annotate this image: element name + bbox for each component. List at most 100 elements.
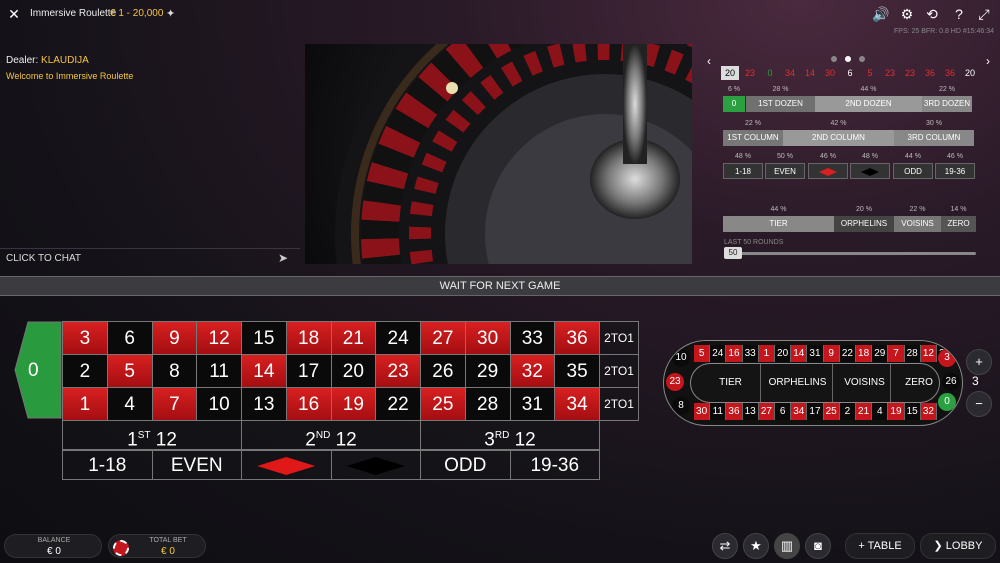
racetrack-number[interactable]: 12	[920, 345, 937, 362]
dozen-bet[interactable]: 2ND 12	[241, 420, 421, 450]
racetrack-section-zero[interactable]: ZERO	[899, 364, 939, 402]
stat-bar-1st-column[interactable]: 1ST COLUMN	[723, 130, 783, 146]
racetrack-number[interactable]: 16	[726, 345, 743, 362]
stat-bar-red[interactable]	[808, 163, 848, 179]
outside-bet-even[interactable]: EVEN	[151, 450, 242, 480]
racetrack-section-tier[interactable]: TIER	[701, 364, 761, 402]
racetrack-number[interactable]: 27	[758, 403, 775, 420]
racetrack-number[interactable]: 13	[742, 403, 759, 420]
racetrack-number[interactable]: 26	[942, 373, 960, 391]
prev-arrow-icon[interactable]: ‹	[707, 54, 711, 68]
stat-bar-voisins[interactable]: VOISINS	[894, 216, 941, 232]
red-bet[interactable]	[241, 450, 332, 480]
racetrack-number[interactable]: 36	[726, 403, 743, 420]
stat-bar-2nd-column[interactable]: 2ND COLUMN	[783, 130, 894, 146]
stat-bar-19-36[interactable]: 19-36	[935, 163, 975, 179]
switch-view-icon[interactable]: ⇄	[712, 533, 738, 559]
racetrack-number[interactable]: 18	[856, 345, 873, 362]
number-cell[interactable]: 11	[196, 354, 242, 388]
number-cell[interactable]: 2	[62, 354, 108, 388]
number-cell[interactable]: 26	[420, 354, 466, 388]
next-arrow-icon[interactable]: ›	[986, 54, 990, 68]
number-cell[interactable]: 3	[62, 321, 108, 355]
column-bet-2to1[interactable]: 2TO1	[599, 354, 639, 388]
number-cell[interactable]: 21	[330, 321, 377, 355]
stat-bar-3rd-dozen[interactable]: 3RD DOZEN	[922, 96, 972, 112]
number-cell[interactable]: 7	[151, 387, 198, 421]
outside-bet-19-36[interactable]: 19-36	[509, 450, 600, 480]
close-icon[interactable]: ✕	[6, 6, 22, 22]
number-cell[interactable]: 20	[330, 354, 377, 388]
number-cell[interactable]: 30	[464, 321, 511, 355]
volume-icon[interactable]: 🔊	[872, 5, 890, 23]
page-dot[interactable]	[859, 56, 865, 62]
racetrack-number[interactable]: 17	[807, 403, 824, 420]
racetrack-number[interactable]: 29	[872, 345, 889, 362]
favourite-star-icon[interactable]: ★	[743, 533, 769, 559]
racetrack-number[interactable]: 15	[904, 403, 921, 420]
racetrack-number[interactable]: 21	[856, 403, 873, 420]
racetrack-number[interactable]: 32	[920, 403, 937, 420]
number-cell[interactable]: 25	[420, 387, 466, 421]
number-cell[interactable]: 14	[241, 354, 287, 388]
number-cell[interactable]: 9	[151, 321, 198, 355]
racetrack-number[interactable]: 19	[888, 403, 905, 420]
lobby-button[interactable]: ❯ LOBBY	[920, 533, 996, 559]
number-cell[interactable]: 32	[509, 354, 556, 388]
neighbours-minus-button[interactable]: −	[966, 391, 992, 417]
pin-icon[interactable]: ✦	[166, 7, 175, 20]
column-bet-2to1[interactable]: 2TO1	[599, 321, 639, 355]
stat-bar-zero[interactable]: ZERO	[941, 216, 976, 232]
number-cell[interactable]: 33	[509, 321, 556, 355]
column-bet-2to1[interactable]: 2TO1	[599, 387, 639, 421]
number-cell[interactable]: 8	[151, 354, 198, 388]
rounds-slider-handle[interactable]: 50	[724, 247, 742, 259]
help-icon[interactable]: ?	[950, 5, 968, 23]
send-icon[interactable]: ➤	[278, 251, 288, 265]
racetrack-number[interactable]: 34	[791, 403, 808, 420]
number-cell[interactable]: 16	[285, 387, 332, 421]
number-cell[interactable]: 22	[375, 387, 421, 421]
racetrack-number[interactable]: 14	[791, 345, 808, 362]
racetrack-number[interactable]: 8	[672, 397, 690, 415]
black-bet[interactable]	[330, 450, 421, 480]
statistics-icon[interactable]: ▥	[774, 533, 800, 559]
number-cell[interactable]: 12	[196, 321, 242, 355]
stat-bar-0[interactable]: 0	[723, 96, 745, 112]
number-cell[interactable]: 18	[285, 321, 332, 355]
page-dot[interactable]	[831, 56, 837, 62]
racetrack-number[interactable]: 11	[710, 403, 727, 420]
number-cell[interactable]: 6	[106, 321, 153, 355]
stat-bar-tier[interactable]: TIER	[723, 216, 834, 232]
racetrack-number[interactable]: 25	[823, 403, 840, 420]
stat-bar-black[interactable]	[850, 163, 890, 179]
number-cell[interactable]: 1	[62, 387, 108, 421]
number-cell[interactable]: 28	[464, 387, 511, 421]
outside-bet-odd[interactable]: ODD	[420, 450, 511, 480]
racetrack-number[interactable]: 20	[775, 345, 792, 362]
racetrack-number[interactable]: 2	[839, 403, 856, 420]
number-cell[interactable]: 23	[375, 354, 421, 388]
number-cell[interactable]: 17	[285, 354, 332, 388]
racetrack-number[interactable]: 1	[758, 345, 775, 362]
number-cell[interactable]: 15	[241, 321, 287, 355]
table-button[interactable]: + TABLE	[845, 533, 915, 559]
page-dot-active[interactable]	[845, 56, 851, 62]
number-cell[interactable]: 10	[196, 387, 242, 421]
number-cell[interactable]: 29	[464, 354, 511, 388]
racetrack-section-voisins[interactable]: VOISINS	[839, 364, 891, 402]
rounds-slider[interactable]	[724, 252, 976, 255]
number-cell[interactable]: 36	[554, 321, 600, 355]
number-cell[interactable]: 5	[106, 354, 153, 388]
outside-bet-1-18[interactable]: 1-18	[62, 450, 153, 480]
racetrack-number[interactable]: 4	[872, 403, 889, 420]
gear-icon[interactable]: ⚙	[898, 5, 916, 23]
racetrack-number[interactable]: 6	[775, 403, 792, 420]
number-cell[interactable]: 27	[420, 321, 466, 355]
number-cell[interactable]: 13	[241, 387, 287, 421]
camera-icon[interactable]: ◙	[805, 533, 831, 559]
stat-bar-orphelins[interactable]: ORPHELINS	[834, 216, 894, 232]
racetrack-number[interactable]: 5	[694, 345, 711, 362]
chat-input[interactable]: CLICK TO CHAT	[6, 253, 81, 264]
racetrack-number[interactable]: 7	[888, 345, 905, 362]
